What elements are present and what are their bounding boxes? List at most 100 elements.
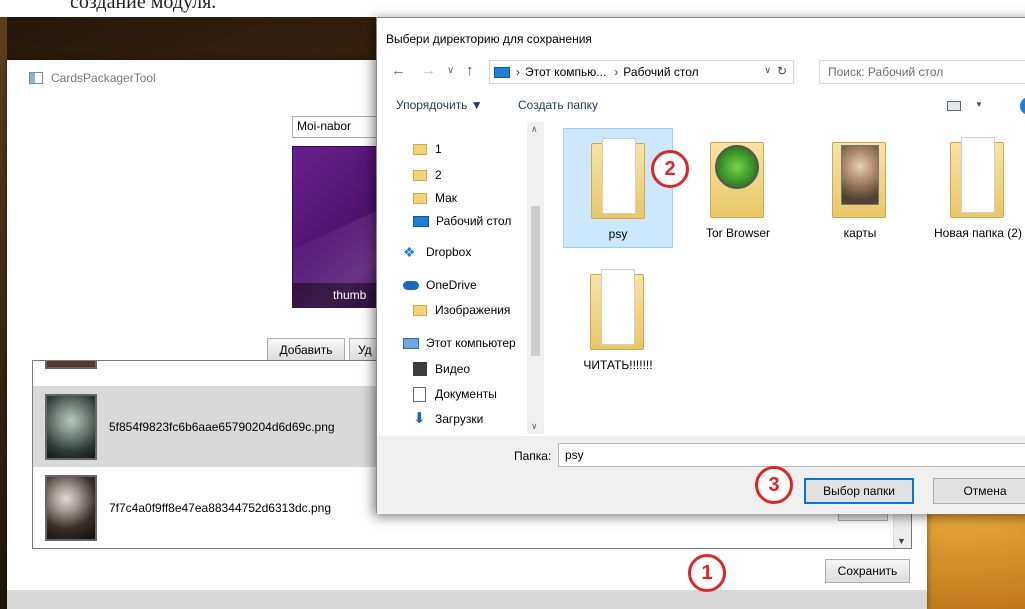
folder-tile-label: Tor Browser <box>705 226 770 240</box>
nav-item-video[interactable]: Видео <box>413 358 470 380</box>
dialog-toolbar: Упорядочить ▼ Создать папку ▼ ? <box>377 92 1025 118</box>
folder-tile-tor-browser[interactable]: Tor Browser <box>683 128 793 248</box>
nav-item-label: Мак <box>435 191 458 205</box>
downloads-icon: ⬇ <box>413 410 426 427</box>
nav-item-this-pc[interactable]: Этот компьютер <box>403 332 516 354</box>
refresh-icon[interactable]: ↻ <box>777 64 787 78</box>
file-name: 7f7c4a0f9ff8e47ea88344752d6313dc.png <box>109 501 331 515</box>
view-dropdown-icon[interactable]: ▼ <box>975 100 983 109</box>
folder-tile-psy[interactable]: psy <box>563 128 673 248</box>
folder-icon <box>413 304 427 316</box>
folder-tile-karty[interactable]: карты <box>805 128 915 248</box>
tor-browser-icon <box>715 145 759 189</box>
set-name-input[interactable]: Moi-nabor <box>292 116 382 138</box>
step-marker-2: 2 <box>651 150 689 188</box>
select-folder-button[interactable]: Выбор папки <box>804 478 914 504</box>
folder-icon <box>832 142 886 218</box>
document-preview <box>961 137 995 213</box>
folder-icon <box>413 169 427 181</box>
dialog-footer: Папка: psy Выбор папки Отмена <box>377 436 1025 514</box>
folder-icon <box>590 269 644 350</box>
navigation-pane[interactable]: 1 2 Мак Рабочий стол ❖ Dropbox OneDrive И… <box>377 122 549 434</box>
add-button[interactable]: Добавить <box>267 338 345 362</box>
dialog-title: Выбери директорию для сохранения <box>386 32 592 46</box>
organize-label: Упорядочить <box>396 98 468 112</box>
nav-item-downloads[interactable]: ⬇ Загрузки <box>413 408 483 430</box>
up-arrow-icon[interactable]: ↑ <box>466 62 474 79</box>
file-thumbnail <box>45 361 97 369</box>
nav-item-label: 2 <box>435 168 442 182</box>
nav-item-onedrive[interactable]: OneDrive <box>403 274 477 296</box>
file-thumbnail <box>45 475 97 541</box>
save-button[interactable]: Сохранить <box>825 559 910 583</box>
scroll-down-icon[interactable]: ∨ <box>531 421 538 432</box>
folder-icon <box>710 142 764 218</box>
breadcrumb-separator-icon: › <box>516 65 520 79</box>
organize-menu[interactable]: Упорядочить ▼ <box>396 98 483 112</box>
nav-item-label: 1 <box>435 142 442 156</box>
nav-scrollbar[interactable]: ∧ ∨ <box>527 122 544 434</box>
thumbnail-preview[interactable]: thumb <box>292 146 382 308</box>
scroll-up-icon[interactable]: ∧ <box>531 124 538 135</box>
document-preview <box>602 138 636 214</box>
nav-item-label: Dropbox <box>426 245 472 259</box>
breadcrumb-desktop[interactable]: Рабочий стол <box>623 65 698 79</box>
nav-item-mac[interactable]: Мак <box>413 187 457 209</box>
search-input[interactable]: Поиск: Рабочий стол <box>819 60 1025 84</box>
folder-content-pane[interactable]: psy Tor Browser карты Новая папка (2) ЧИ… <box>549 122 1025 434</box>
desktop-icon <box>413 215 429 227</box>
document-preview <box>601 269 635 345</box>
folder-tile-chitat[interactable]: ЧИТАТЬ!!!!!!! <box>563 260 673 380</box>
nav-item-folder-1[interactable]: 1 <box>413 138 442 160</box>
dropbox-icon: ❖ <box>403 244 416 260</box>
help-icon[interactable]: ? <box>1020 97 1025 115</box>
folder-tile-label: Новая папка (2) <box>934 226 1022 240</box>
recent-locations-icon[interactable]: ∨ <box>447 65 454 76</box>
folder-icon <box>950 137 1004 218</box>
nav-item-folder-2[interactable]: 2 <box>413 164 442 186</box>
folder-picker-dialog: Выбери директорию для сохранения ← → ∨ ↑… <box>376 17 1025 514</box>
thumbnail-label: thumb <box>293 283 381 307</box>
folder-name-input[interactable]: psy <box>558 443 1025 467</box>
nav-item-label: Документы <box>435 387 497 401</box>
page-top-text: создание модуля. <box>70 0 217 13</box>
nav-item-label: Рабочий стол <box>436 214 512 228</box>
nav-item-label: Видео <box>435 362 471 376</box>
nav-item-documents[interactable]: Документы <box>413 383 497 405</box>
scroll-thumb[interactable] <box>531 206 540 356</box>
file-name: 5f854f9823fc6b6aae65790204d6d69c.png <box>109 420 335 434</box>
folder-field-label: Папка: <box>514 449 552 463</box>
cancel-button[interactable]: Отмена <box>933 478 1025 504</box>
nav-item-label: OneDrive <box>426 278 477 292</box>
photo-preview <box>841 145 879 205</box>
back-arrow-icon[interactable]: ← <box>391 62 406 79</box>
organize-dropdown-icon: ▼ <box>470 98 483 112</box>
view-options-icon[interactable] <box>947 101 961 111</box>
forward-arrow-icon[interactable]: → <box>421 62 436 79</box>
app-title: CardsPackagerTool <box>51 71 156 85</box>
computer-icon <box>494 66 510 78</box>
folder-icon <box>591 138 645 219</box>
nav-item-dropbox[interactable]: ❖ Dropbox <box>403 241 471 263</box>
app-window-icon <box>29 72 43 84</box>
onedrive-icon <box>403 280 419 290</box>
nav-item-label: Загрузки <box>435 412 484 426</box>
folder-icon <box>413 192 427 204</box>
breadcrumb-this-pc[interactable]: Этот компью... <box>525 65 606 79</box>
scroll-down-icon[interactable]: ▼ <box>897 536 906 546</box>
computer-icon <box>403 337 419 349</box>
folder-tile-label: psy <box>608 227 628 241</box>
nav-item-pictures[interactable]: Изображения <box>413 299 510 321</box>
folder-tile-label: карты <box>843 226 877 240</box>
address-dropdown-icon[interactable]: ∨ <box>764 65 771 76</box>
new-folder-button[interactable]: Создать папку <box>518 98 598 112</box>
app-status-bar <box>7 590 927 609</box>
file-thumbnail <box>45 394 97 460</box>
step-marker-1: 1 <box>688 554 726 592</box>
address-bar[interactable]: › Этот компью... › Рабочий стол ∨ ↻ <box>489 60 794 84</box>
navigation-row: ← → ∨ ↑ › Этот компью... › Рабочий стол … <box>377 58 1025 88</box>
video-icon <box>413 362 427 376</box>
folder-tile-new-folder-2[interactable]: Новая папка (2) <box>923 128 1025 248</box>
nav-item-label: Этот компьютер <box>426 336 516 350</box>
nav-item-desktop[interactable]: Рабочий стол <box>413 210 511 232</box>
